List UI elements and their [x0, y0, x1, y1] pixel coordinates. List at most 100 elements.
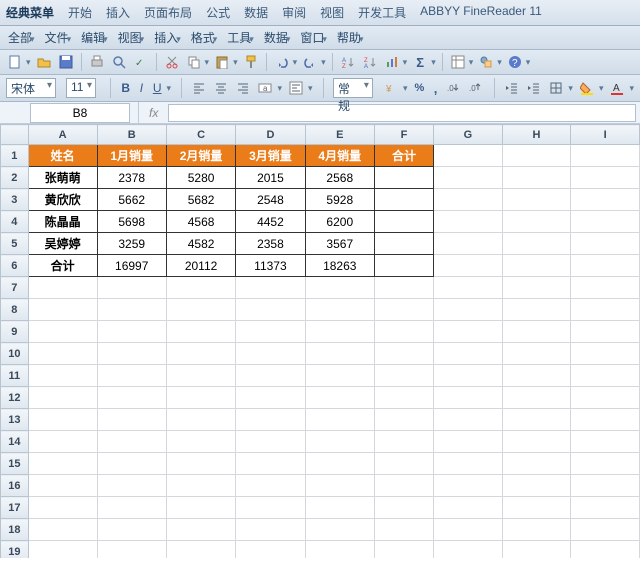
cell[interactable]: 20112 [166, 255, 235, 277]
cell[interactable] [97, 541, 166, 559]
cell[interactable] [166, 343, 235, 365]
cell[interactable] [305, 299, 374, 321]
cell[interactable]: 合计 [28, 255, 97, 277]
menu-abbyy[interactable]: ABBYY FineReader 11 [420, 4, 542, 21]
tb-insert[interactable]: 插入▾ [152, 29, 183, 46]
cell[interactable] [502, 453, 571, 475]
cell[interactable] [434, 211, 503, 233]
cell[interactable] [166, 387, 235, 409]
cell[interactable] [374, 255, 433, 277]
cell[interactable]: 2378 [97, 167, 166, 189]
sort-desc-icon[interactable]: ZA [361, 53, 379, 71]
cell[interactable] [28, 409, 97, 431]
wrap-icon[interactable] [288, 79, 304, 97]
align-center-icon[interactable] [213, 79, 229, 97]
chart-icon[interactable] [383, 53, 401, 71]
cell[interactable] [571, 255, 640, 277]
row-header[interactable]: 18 [1, 519, 29, 541]
col-header[interactable]: H [502, 125, 571, 145]
row-header[interactable]: 11 [1, 365, 29, 387]
cell[interactable] [97, 519, 166, 541]
cell[interactable] [97, 431, 166, 453]
col-header[interactable]: G [434, 125, 503, 145]
cell[interactable] [305, 519, 374, 541]
print-icon[interactable] [88, 53, 106, 71]
cell[interactable] [236, 365, 305, 387]
cell[interactable]: 5928 [305, 189, 374, 211]
comma-icon[interactable]: , [431, 79, 440, 97]
row-header[interactable]: 2 [1, 167, 29, 189]
copy-icon[interactable] [185, 53, 203, 71]
spell-icon[interactable]: ✓ [132, 53, 150, 71]
cell[interactable] [502, 431, 571, 453]
col-header[interactable]: I [571, 125, 640, 145]
fill-color-icon[interactable] [579, 79, 595, 97]
cell[interactable] [502, 541, 571, 559]
cell[interactable] [236, 277, 305, 299]
align-right-icon[interactable] [235, 79, 251, 97]
menu-insert[interactable]: 插入 [106, 4, 130, 21]
cell[interactable]: 2015 [236, 167, 305, 189]
cell[interactable] [28, 277, 97, 299]
cell[interactable] [434, 167, 503, 189]
cell[interactable] [502, 189, 571, 211]
cell[interactable]: 合计 [374, 145, 433, 167]
cell[interactable] [166, 453, 235, 475]
cell[interactable] [97, 453, 166, 475]
cell[interactable] [374, 519, 433, 541]
cell[interactable] [434, 519, 503, 541]
sort-asc-icon[interactable]: AZ [339, 53, 357, 71]
undo-icon[interactable] [273, 53, 291, 71]
cell[interactable]: 5682 [166, 189, 235, 211]
cell[interactable] [374, 365, 433, 387]
row-header[interactable]: 12 [1, 387, 29, 409]
cell[interactable] [434, 321, 503, 343]
cell[interactable] [502, 475, 571, 497]
cell[interactable] [305, 409, 374, 431]
cell[interactable] [166, 475, 235, 497]
indent-dec-icon[interactable] [504, 79, 520, 97]
cell[interactable]: 张萌萌 [28, 167, 97, 189]
row-header[interactable]: 4 [1, 211, 29, 233]
underline-button[interactable]: U [152, 79, 163, 97]
number-format-select[interactable]: 常规 [333, 78, 373, 98]
cell[interactable]: 4568 [166, 211, 235, 233]
cell[interactable] [502, 497, 571, 519]
cell[interactable] [374, 541, 433, 559]
percent-icon[interactable]: % [413, 79, 425, 97]
cell[interactable] [502, 343, 571, 365]
font-name-select[interactable]: 宋体 [6, 78, 56, 98]
cell[interactable] [236, 409, 305, 431]
cell[interactable] [571, 431, 640, 453]
select-all-corner[interactable] [1, 125, 29, 145]
cell[interactable] [28, 343, 97, 365]
tb-tools[interactable]: 工具▾ [225, 29, 256, 46]
cell[interactable] [28, 519, 97, 541]
cell[interactable] [374, 321, 433, 343]
menu-data[interactable]: 数据 [244, 4, 268, 21]
cell[interactable] [305, 475, 374, 497]
cell[interactable]: 11373 [236, 255, 305, 277]
fx-icon[interactable]: fx [138, 102, 168, 123]
cell[interactable]: 6200 [305, 211, 374, 233]
cell[interactable] [28, 365, 97, 387]
worksheet-grid[interactable]: ABCDEFGHI1姓名1月销量2月销量3月销量4月销量合计2张萌萌237852… [0, 124, 640, 558]
cell[interactable] [502, 519, 571, 541]
cell[interactable] [236, 321, 305, 343]
cell[interactable] [571, 541, 640, 559]
cell[interactable] [305, 277, 374, 299]
cell[interactable] [28, 541, 97, 559]
cell[interactable] [166, 365, 235, 387]
row-header[interactable]: 17 [1, 497, 29, 519]
row-header[interactable]: 6 [1, 255, 29, 277]
cell[interactable] [434, 497, 503, 519]
cell[interactable] [434, 453, 503, 475]
cell[interactable] [97, 277, 166, 299]
col-header[interactable]: A [28, 125, 97, 145]
shapes-icon[interactable] [477, 53, 495, 71]
menu-start[interactable]: 开始 [68, 4, 92, 21]
save-icon[interactable] [57, 53, 75, 71]
font-size-select[interactable]: 11 [66, 78, 96, 98]
cell[interactable] [166, 409, 235, 431]
cell[interactable] [502, 321, 571, 343]
